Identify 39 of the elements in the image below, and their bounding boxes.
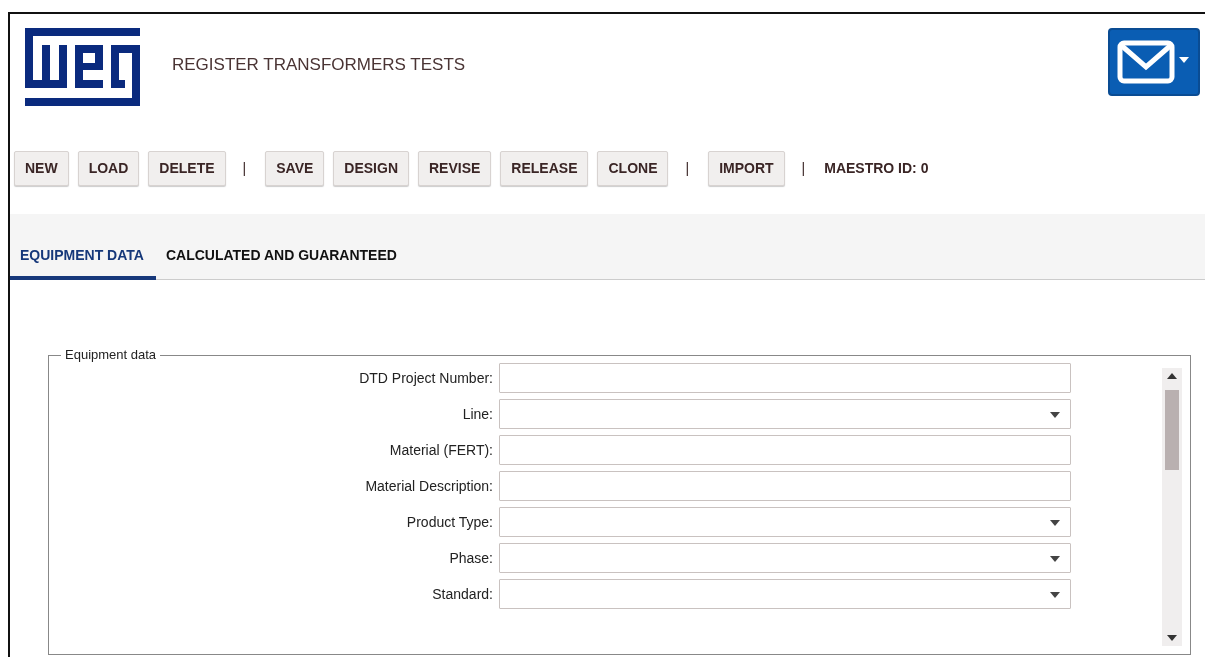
toolbar-button[interactable]: RELEASE xyxy=(500,150,589,186)
scrollbar[interactable] xyxy=(1162,368,1182,646)
dropdown-field[interactable] xyxy=(499,543,1071,573)
toolbar-button[interactable]: IMPORT xyxy=(708,150,785,186)
toolbar-button[interactable]: DELETE xyxy=(148,150,226,186)
field-label: DTD Project Number: xyxy=(358,368,494,388)
toolbar-separator: | xyxy=(800,158,807,178)
field-label: Line: xyxy=(461,404,494,424)
tab[interactable]: EQUIPMENT DATA xyxy=(10,214,156,280)
caret-icon xyxy=(1050,412,1060,418)
mail-menu-button[interactable] xyxy=(1108,28,1200,96)
caret-icon xyxy=(1050,592,1060,598)
maestro-id-label: MAESTRO ID: 0 xyxy=(824,158,929,178)
scrollbar-thumb[interactable] xyxy=(1165,390,1179,470)
app-title: REGISTER TRANSFORMERS TESTS xyxy=(172,54,466,76)
caret-icon xyxy=(1050,556,1060,562)
field-label: Standard: xyxy=(431,584,494,604)
toolbar-button[interactable]: NEW xyxy=(14,150,69,186)
input-field[interactable] xyxy=(499,363,1071,393)
field-label: Material Description: xyxy=(364,476,494,496)
dropdown-field[interactable] xyxy=(499,507,1071,537)
toolbar-button[interactable]: LOAD xyxy=(77,150,140,186)
dropdown-field[interactable] xyxy=(499,399,1071,429)
scroll-up-icon[interactable] xyxy=(1167,373,1177,379)
input-field[interactable] xyxy=(499,471,1071,501)
input-field[interactable] xyxy=(499,435,1071,465)
caret-icon xyxy=(1050,520,1060,526)
tab[interactable]: CALCULATED AND GUARANTEED xyxy=(155,214,409,280)
field-label: Phase: xyxy=(448,548,494,568)
scroll-down-icon[interactable] xyxy=(1167,635,1177,641)
toolbar-separator: | xyxy=(684,158,691,178)
field-label: Material (FERT): xyxy=(388,440,494,460)
toolbar-button[interactable]: SAVE xyxy=(265,150,325,186)
toolbar-button[interactable]: DESIGN xyxy=(333,150,409,186)
toolbar-button[interactable]: REVISE xyxy=(418,150,492,186)
field-label: Product Type: xyxy=(405,512,494,532)
dropdown-field[interactable] xyxy=(499,579,1071,609)
toolbar-button[interactable]: CLONE xyxy=(597,150,669,186)
toolbar-separator: | xyxy=(241,158,248,178)
